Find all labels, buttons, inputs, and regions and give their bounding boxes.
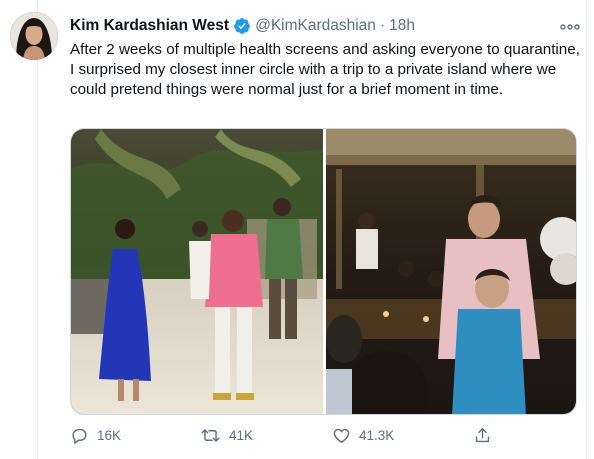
tweet-text: After 2 weeks of multiple health screens…	[70, 41, 580, 98]
retweet-count: 41K	[229, 427, 254, 443]
timestamp[interactable]: 18h	[389, 17, 415, 35]
like-count: 41.3K	[359, 427, 395, 443]
display-name[interactable]: Kim Kardashian West	[70, 17, 229, 35]
retweet-button[interactable]: 41K	[200, 424, 253, 446]
share-button[interactable]	[473, 424, 500, 446]
like-button[interactable]: 41.3K	[332, 424, 394, 446]
tweet-header: Kim Kardashian West @KimKardashian · 18h	[70, 14, 415, 38]
photo-dinner-party[interactable]	[326, 129, 576, 414]
tweet[interactable]: Kim Kardashian West @KimKardashian · 18h…	[0, 0, 594, 459]
photo-beach-walk[interactable]	[71, 129, 323, 414]
user-handle[interactable]: @KimKardashian	[255, 17, 376, 35]
share-icon	[475, 427, 490, 442]
retweet-icon	[201, 428, 220, 442]
reply-button[interactable]: 16K	[70, 424, 121, 446]
verified-badge-icon	[233, 17, 251, 35]
tweet-media[interactable]	[70, 128, 577, 415]
reply-count: 16K	[97, 427, 122, 443]
more-options-icon[interactable]	[560, 20, 580, 34]
avatar[interactable]	[10, 12, 58, 60]
heart-icon	[333, 428, 350, 443]
tweet-actions: 16K 41K 41.3K	[70, 424, 510, 446]
separator-dot: ·	[379, 17, 386, 34]
reply-icon	[72, 428, 87, 444]
